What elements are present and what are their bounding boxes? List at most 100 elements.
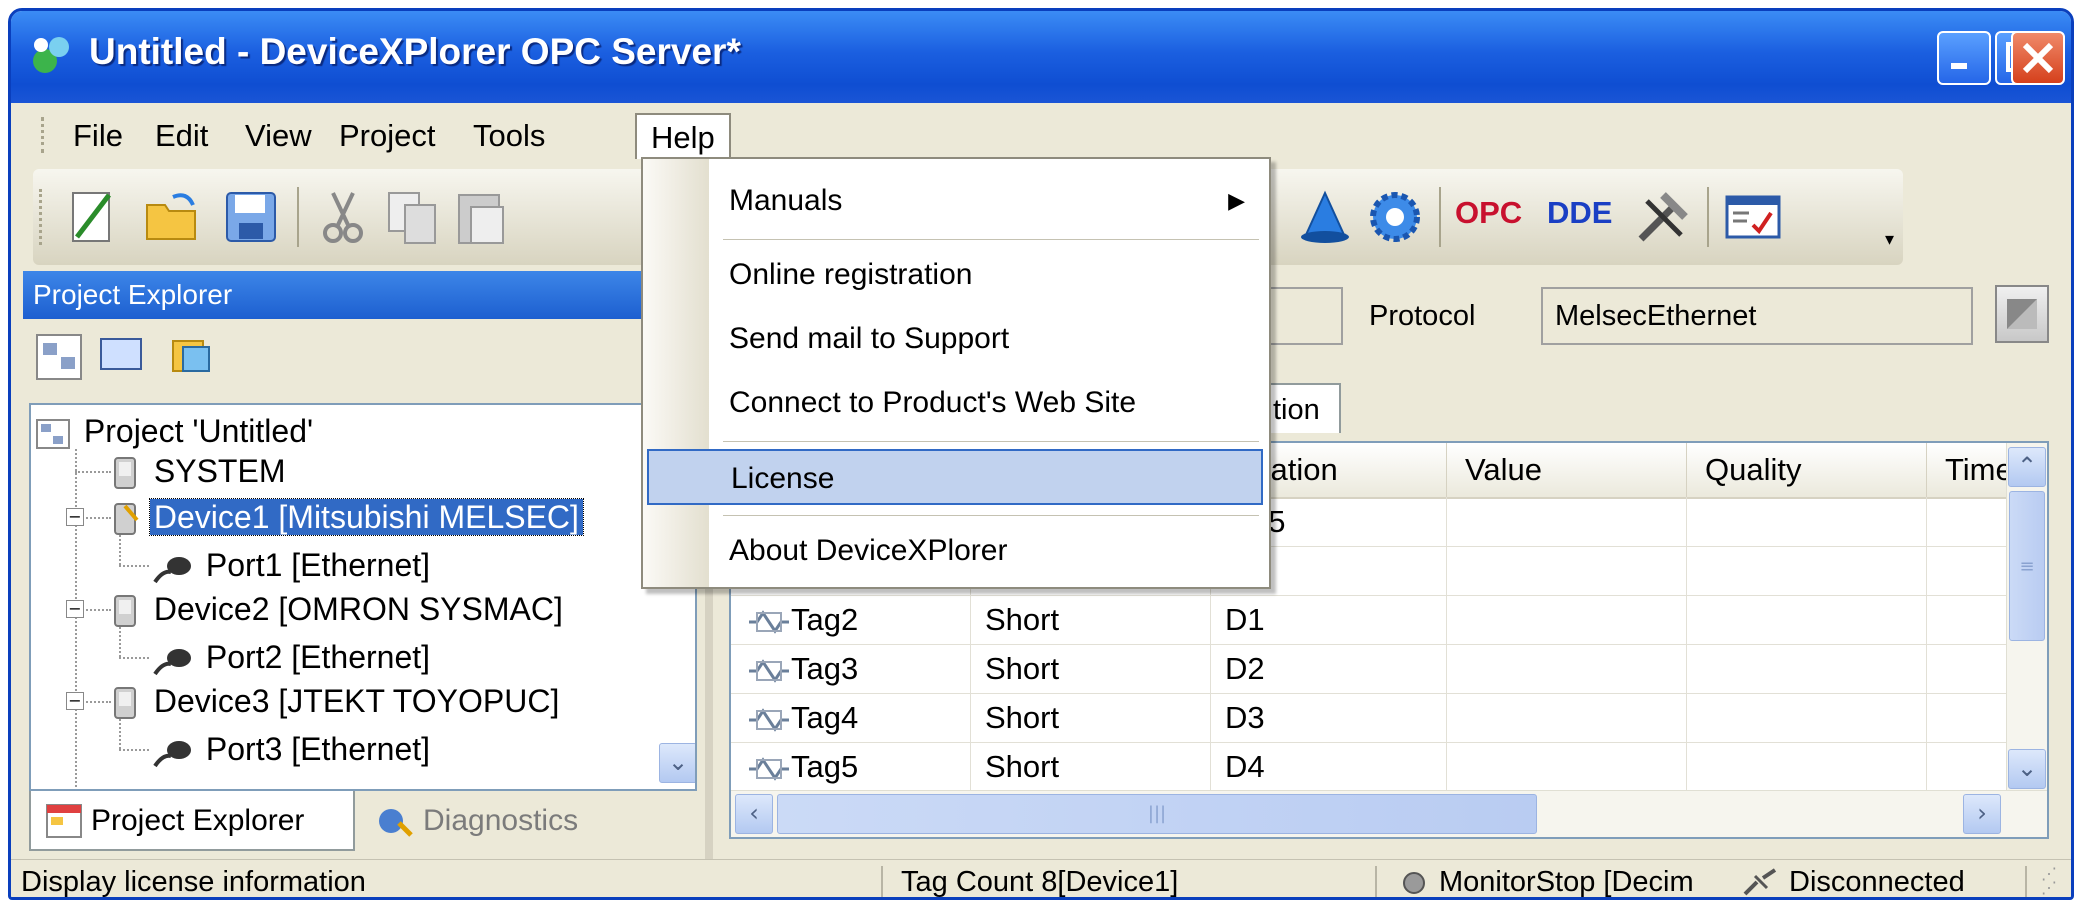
tools-icon[interactable] (1633, 187, 1693, 247)
tag-quality-cell (1687, 546, 1927, 595)
vertical-scroll-thumb[interactable]: ≡ (2009, 491, 2045, 641)
tag-name-label: Tag3 (791, 651, 859, 686)
collapse-icon[interactable]: − (66, 600, 84, 618)
column-header-location[interactable]: cation (1251, 443, 1447, 497)
horizontal-scroll-thumb[interactable]: ||| (777, 794, 1537, 834)
close-button[interactable] (2011, 31, 2065, 85)
scroll-left-button[interactable]: ‹ (735, 794, 773, 834)
tag-value-cell (1447, 693, 1687, 742)
status-bar: Display license information Tag Count 8[… (11, 859, 2071, 898)
status-message: Display license information (21, 866, 366, 898)
device-name-field (1259, 287, 1343, 345)
paste-icon[interactable] (451, 187, 511, 247)
table-row[interactable]: Tag5 Short D4 (731, 742, 2007, 792)
dde-button[interactable]: DDE (1547, 195, 1612, 231)
project-icon (36, 418, 70, 449)
menu-item-website[interactable]: Connect to Product's Web Site (709, 375, 1263, 431)
tab-project-explorer[interactable]: Project Explorer (29, 791, 355, 851)
menu-item-send-mail[interactable]: Send mail to Support (709, 311, 1263, 367)
tag-type-cell: Short (971, 595, 1211, 644)
project-explorer-header: Project Explorer ⊥ (23, 271, 699, 319)
tree-item-device1[interactable]: Device1 [Mitsubishi MELSEC] (111, 495, 584, 539)
menu-edit[interactable]: Edit (141, 113, 222, 159)
menu-view[interactable]: View (231, 113, 326, 159)
grid-horizontal-scrollbar[interactable]: ‹ ||| › (731, 790, 2047, 837)
tab-label: Project Explorer (91, 804, 305, 837)
status-separator (881, 866, 883, 897)
tag-type-cell: Short (971, 742, 1211, 791)
menu-separator (723, 441, 1259, 442)
monitor-status-icon (1403, 872, 1425, 894)
cut-icon[interactable] (313, 187, 373, 247)
title-bar[interactable]: Untitled - DeviceXPlorer OPC Server* (11, 11, 2071, 103)
table-row[interactable]: Tag2 Short D1 (731, 595, 2007, 645)
grid-vertical-scrollbar[interactable]: ⌃ ≡ ⌄ (2006, 443, 2047, 793)
menu-separator (723, 239, 1259, 240)
resize-grip[interactable]: ⋰ ⋰ (2041, 867, 2057, 897)
project-view-icon[interactable] (35, 333, 83, 381)
tag-value-cell (1447, 497, 1687, 546)
menu-file[interactable]: File (59, 113, 137, 159)
monitor-status: MonitorStop [Decim (1439, 866, 1694, 898)
table-row[interactable]: Tag4 Short D3 (731, 693, 2007, 743)
monitor-icon[interactable] (1723, 187, 1783, 247)
toolbar-grip[interactable] (39, 189, 46, 245)
column-header-value[interactable]: Value (1447, 443, 1687, 497)
table-row[interactable]: Tag3 Short D2 (731, 644, 2007, 694)
tree-item-project[interactable]: Project 'Untitled' (35, 409, 317, 453)
menu-project[interactable]: Project (325, 113, 449, 159)
tree-item-device2[interactable]: Device2 [OMRON SYSMAC] (111, 587, 567, 631)
tag-count-status: Tag Count 8[Device1] (901, 866, 1179, 898)
port-icon (153, 740, 191, 767)
tree-item-port2[interactable]: Port2 [Ethernet] (153, 635, 434, 679)
minimize-button[interactable] (1937, 31, 1991, 85)
tree-item-device3[interactable]: Device3 [JTEKT TOYOPUC] (111, 679, 563, 723)
tag-address-cell: D2 (1211, 644, 1447, 693)
project-tree: Project 'Untitled' SYSTEM − Device1 [Mit… (29, 403, 697, 791)
tree-item-label: Device2 [OMRON SYSMAC] (153, 591, 563, 627)
tag-address-cell: D1 (1211, 595, 1447, 644)
device-icon (114, 456, 136, 489)
device-icon (114, 686, 136, 719)
tag-address-cell: D3 (1211, 693, 1447, 742)
tab-option[interactable]: tion (1259, 383, 1341, 433)
menu-item-about[interactable]: About DeviceXPlorer (709, 523, 1263, 579)
menu-help[interactable]: Help (635, 113, 731, 159)
tree-item-port3[interactable]: Port3 [Ethernet] (153, 727, 434, 771)
scroll-down-button[interactable]: ⌄ (2008, 749, 2046, 789)
properties-button[interactable] (1995, 285, 2049, 343)
open-folder-icon[interactable] (143, 187, 203, 247)
menubar-grip[interactable] (41, 117, 48, 153)
save-icon[interactable] (221, 187, 281, 247)
menu-item-manuals[interactable]: Manuals ▶ (709, 173, 1263, 229)
project-explorer-title: Project Explorer (33, 279, 233, 310)
menu-icon-stripe (643, 159, 709, 587)
toolbar-separator (1707, 187, 1709, 247)
copy-icon[interactable] (383, 187, 443, 247)
menu-item-online-registration[interactable]: Online registration (709, 247, 1263, 303)
tree-item-system[interactable]: SYSTEM (111, 449, 289, 493)
toolbar-overflow-icon[interactable]: ▾ (1885, 229, 1894, 250)
tag-value-cell (1447, 742, 1687, 791)
scroll-down-button[interactable]: ⌄ (659, 743, 695, 783)
opc-button[interactable]: OPC (1455, 195, 1522, 231)
settings-gear-icon[interactable] (1365, 187, 1425, 247)
menu-tools[interactable]: Tools (459, 113, 559, 159)
tag-quality-cell (1687, 595, 1927, 644)
tag-address-cell: D4 (1211, 742, 1447, 791)
column-header-quality[interactable]: Quality (1687, 443, 1927, 497)
tree-item-port1[interactable]: Port1 [Ethernet] (153, 543, 434, 587)
database-view-icon[interactable] (169, 335, 213, 379)
scroll-up-button[interactable]: ⌃ (2008, 447, 2046, 487)
tree-connector (119, 565, 149, 567)
new-icon[interactable] (63, 187, 123, 247)
collapse-icon[interactable]: − (66, 692, 84, 710)
scroll-right-button[interactable]: › (1963, 794, 2001, 834)
tag-icon (749, 757, 789, 781)
menu-separator (723, 515, 1259, 516)
monitor-view-icon[interactable] (99, 335, 143, 379)
wizard-icon[interactable] (1295, 187, 1355, 247)
menu-item-license[interactable]: License (647, 449, 1263, 505)
tab-diagnostics[interactable]: Diagnostics (363, 791, 623, 851)
collapse-icon[interactable]: − (66, 508, 84, 526)
